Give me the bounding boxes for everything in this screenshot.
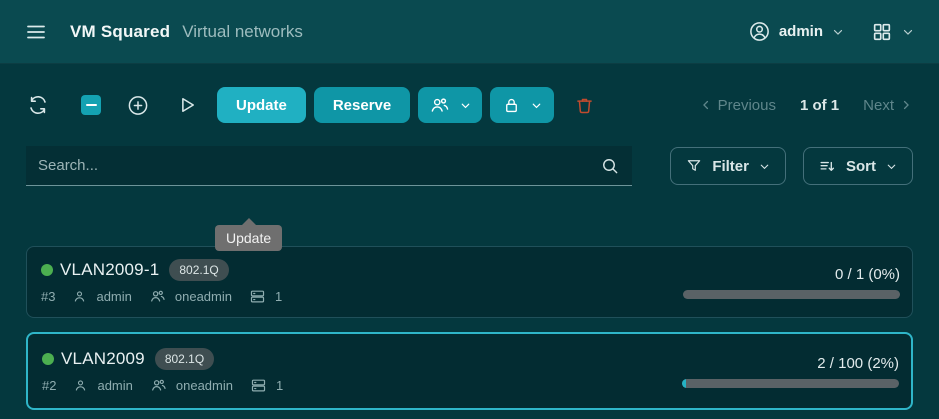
filter-funnel-icon bbox=[685, 157, 703, 175]
search-icon bbox=[600, 156, 620, 176]
chevron-right-icon bbox=[899, 98, 913, 112]
group-icon bbox=[149, 288, 166, 305]
filter-label: Filter bbox=[712, 158, 749, 175]
filter-sort-group: Filter Sort bbox=[670, 147, 913, 185]
chevron-left-icon bbox=[699, 98, 713, 112]
indeterminate-dash-icon bbox=[86, 104, 97, 106]
vnet-usage: 2 / 100 (2%) bbox=[681, 355, 899, 388]
filter-button[interactable]: Filter bbox=[670, 147, 786, 185]
page-title: Virtual networks bbox=[182, 22, 303, 42]
main-content: Update Reserve bbox=[0, 87, 939, 410]
usage-text: 2 / 100 (2%) bbox=[817, 355, 899, 372]
chevron-down-icon bbox=[901, 25, 915, 39]
vlan-badge: 802.1Q bbox=[169, 259, 228, 281]
app-brand: VM Squared bbox=[70, 22, 170, 42]
delete-button[interactable] bbox=[572, 93, 596, 117]
vnet-info: VLAN2009-1 802.1Q #3 admin oneadmin bbox=[41, 259, 282, 305]
lock-icon bbox=[502, 96, 521, 115]
previous-label: Previous bbox=[718, 97, 776, 114]
clusters-count: 1 bbox=[275, 289, 282, 304]
group-name: oneadmin bbox=[175, 289, 232, 304]
chevron-down-icon bbox=[530, 99, 543, 112]
vnet-id: #2 bbox=[42, 378, 56, 393]
update-button[interactable]: Update bbox=[217, 87, 306, 123]
owner-icon bbox=[73, 378, 88, 393]
vlan-badge: 802.1Q bbox=[155, 348, 214, 370]
apps-menu[interactable] bbox=[871, 21, 915, 43]
chevron-down-icon bbox=[831, 25, 845, 39]
owner-icon bbox=[72, 289, 87, 304]
owner-name: admin bbox=[97, 378, 132, 393]
vnet-card[interactable]: VLAN2009 802.1Q #2 admin oneadmin bbox=[26, 332, 913, 410]
user-menu[interactable]: admin bbox=[748, 20, 845, 43]
clusters-count: 1 bbox=[276, 378, 283, 393]
sort-label: Sort bbox=[846, 158, 876, 175]
group-icon bbox=[429, 95, 450, 116]
lock-dropdown-button[interactable] bbox=[490, 87, 554, 123]
search-box bbox=[26, 146, 632, 186]
usage-progress-bar bbox=[683, 290, 900, 299]
header-right: admin bbox=[748, 20, 915, 43]
usage-text: 0 / 1 (0%) bbox=[835, 266, 900, 283]
update-tooltip: Update bbox=[215, 225, 282, 251]
usage-progress-bar bbox=[682, 379, 899, 388]
refresh-button[interactable] bbox=[26, 93, 50, 117]
group-name: oneadmin bbox=[176, 378, 233, 393]
search-row: Filter Sort bbox=[26, 146, 913, 186]
apps-grid-icon bbox=[871, 21, 893, 43]
chevron-down-icon bbox=[758, 160, 771, 173]
reserve-button[interactable]: Reserve bbox=[314, 87, 410, 123]
vnet-info: VLAN2009 802.1Q #2 admin oneadmin bbox=[42, 348, 283, 394]
ownership-dropdown-button[interactable] bbox=[418, 87, 482, 123]
select-all-checkbox[interactable] bbox=[81, 95, 101, 115]
vnet-name: VLAN2009-1 bbox=[60, 260, 159, 280]
vnet-usage: 0 / 1 (0%) bbox=[682, 266, 900, 299]
pagination: Previous 1 of 1 Next bbox=[699, 97, 913, 114]
page-status: 1 of 1 bbox=[800, 97, 839, 114]
chevron-down-icon bbox=[885, 160, 898, 173]
usage-progress-fill bbox=[682, 379, 686, 388]
user-name: admin bbox=[779, 23, 823, 40]
hamburger-menu-icon[interactable] bbox=[24, 20, 48, 44]
search-input[interactable] bbox=[38, 157, 600, 174]
group-icon bbox=[150, 377, 167, 394]
sort-lines-icon bbox=[818, 157, 837, 176]
clusters-icon bbox=[250, 377, 267, 394]
create-button[interactable] bbox=[126, 93, 150, 117]
app-header: VM Squared Virtual networks admin bbox=[0, 0, 939, 64]
vnet-list: VLAN2009-1 802.1Q #3 admin oneadmin bbox=[26, 246, 913, 410]
user-avatar-icon bbox=[748, 20, 771, 43]
owner-name: admin bbox=[96, 289, 131, 304]
actions-toolbar: Update Reserve bbox=[26, 87, 913, 123]
previous-page-button[interactable]: Previous bbox=[699, 97, 776, 114]
vnet-id: #3 bbox=[41, 289, 55, 304]
vnet-name: VLAN2009 bbox=[61, 349, 145, 369]
clusters-icon bbox=[249, 288, 266, 305]
state-dot-icon bbox=[42, 353, 54, 365]
chevron-down-icon bbox=[459, 99, 472, 112]
vnet-card[interactable]: VLAN2009-1 802.1Q #3 admin oneadmin bbox=[26, 246, 913, 318]
next-page-button[interactable]: Next bbox=[863, 97, 913, 114]
instantiate-button[interactable] bbox=[175, 93, 199, 117]
sort-button[interactable]: Sort bbox=[803, 147, 913, 185]
next-label: Next bbox=[863, 97, 894, 114]
state-dot-icon bbox=[41, 264, 53, 276]
